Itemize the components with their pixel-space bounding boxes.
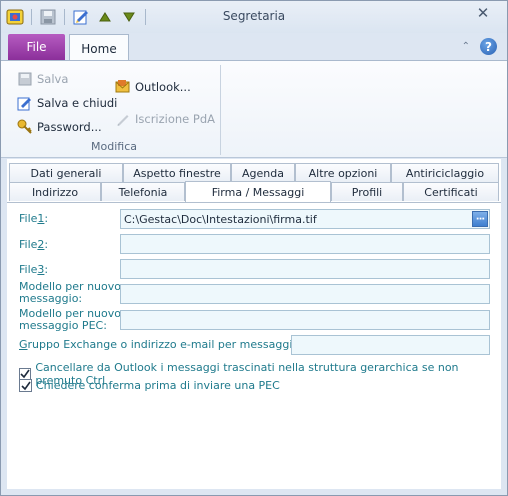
ribbon-group-modifica: Salva Salva e chiudi Password... Outlook… (7, 65, 221, 155)
file-tab[interactable]: File (8, 34, 65, 60)
help-icon[interactable]: ? (480, 38, 497, 55)
tab-divider (7, 202, 501, 203)
title-bar: Segretaria ✕ (1, 1, 507, 33)
pen-icon (115, 111, 131, 127)
checkbox-row-pec[interactable]: Chiedere conferma prima di inviare una P… (19, 379, 280, 392)
browse-button[interactable]: ··· (472, 211, 488, 227)
tab-dati-generali[interactable]: Dati generali (9, 163, 123, 182)
tab-firma-messaggi[interactable]: Firma / Messaggi (185, 181, 331, 202)
outlook-label: Outlook... (135, 80, 191, 94)
outlook-icon (115, 79, 131, 95)
password-label: Password... (37, 120, 102, 134)
save-close-button[interactable]: Salva e chiudi (17, 93, 117, 113)
close-icon[interactable]: ✕ (463, 3, 503, 23)
save-label: Salva (37, 72, 69, 86)
window-title: Segretaria (222, 9, 286, 23)
home-tab[interactable]: Home (69, 34, 129, 62)
save-close-icon (17, 95, 33, 111)
iscrizione-pda-label: Iscrizione PdA (135, 112, 216, 126)
gruppo-input[interactable] (291, 335, 490, 355)
tab-agenda[interactable]: Agenda (231, 163, 295, 182)
file1-input[interactable]: C:\Gestac\Doc\Intestazioni\firma.tif ··· (120, 209, 490, 229)
tab-certificati[interactable]: Certificati (403, 182, 499, 201)
modello-input[interactable] (120, 284, 490, 304)
save-close-label: Salva e chiudi (37, 96, 118, 110)
checkbox-conferma-pec-label: Chiedere conferma prima di inviare una P… (36, 379, 280, 392)
tab-altre-opzioni[interactable]: Altre opzioni (295, 163, 391, 182)
tab-telefonia[interactable]: Telefonia (101, 182, 185, 201)
file3-label: File 3: (19, 263, 49, 276)
content-panel: Dati generali Aspetto finestre Agenda Al… (7, 159, 501, 489)
key-icon (17, 119, 33, 135)
modello-pec-label: Modello per nuovo messaggio PEC: (19, 307, 121, 332)
window: Segretaria ✕ File Home ⌃ ? Salva Salva e… (0, 0, 508, 496)
file2-input[interactable] (120, 234, 490, 254)
gruppo-label: Gruppo Exchange o indirizzo e-mail per m… (19, 338, 334, 351)
help-area: ⌃ ? (462, 38, 497, 55)
file3-input[interactable] (120, 259, 490, 279)
modello-pec-input[interactable] (120, 310, 490, 330)
collapse-ribbon-icon[interactable]: ⌃ (462, 41, 470, 52)
tab-strip: Dati generali Aspetto finestre Agenda Al… (7, 161, 501, 203)
ribbon: Salva Salva e chiudi Password... Outlook… (1, 60, 507, 158)
tab-profili[interactable]: Profili (331, 182, 403, 201)
file1-label: File 1: (19, 212, 49, 225)
save-button[interactable]: Salva (17, 69, 68, 89)
outlook-button[interactable]: Outlook... (115, 77, 191, 97)
password-button[interactable]: Password... (17, 117, 102, 137)
file1-value: C:\Gestac\Doc\Intestazioni\firma.tif (124, 212, 317, 226)
tab-antiriciclaggio[interactable]: Antiriciclaggio (391, 163, 499, 182)
tab-indirizzo[interactable]: Indirizzo (9, 182, 101, 201)
checkbox-conferma-pec[interactable] (19, 379, 32, 392)
save-icon (17, 71, 33, 87)
ribbon-tab-row: File Home ⌃ ? (1, 33, 507, 62)
group-label: Modifica (91, 140, 137, 153)
file2-label: File 2: (19, 238, 49, 251)
modello-label: Modello per nuovo messaggio: (19, 280, 121, 305)
tab-aspetto-finestre[interactable]: Aspetto finestre (123, 163, 231, 182)
iscrizione-pda-button[interactable]: Iscrizione PdA (115, 109, 215, 129)
